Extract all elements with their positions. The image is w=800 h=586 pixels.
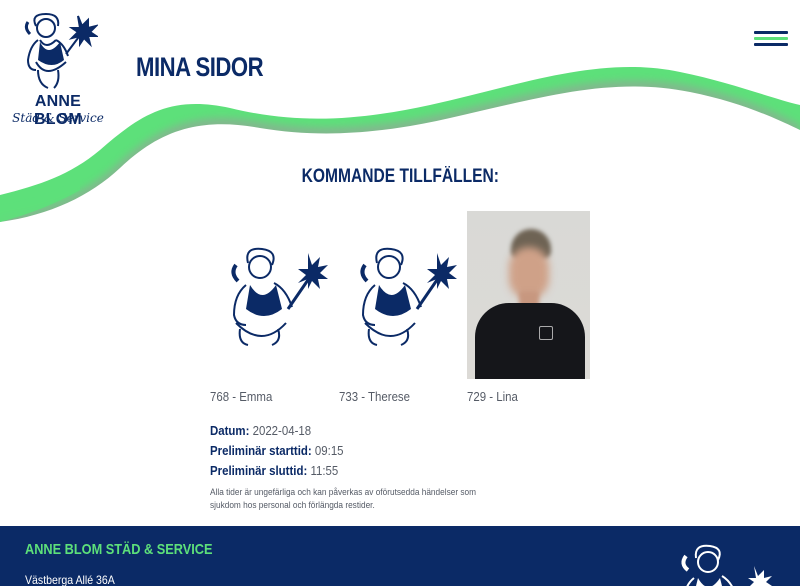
staff-card: 768 - Emma bbox=[210, 211, 334, 404]
booking-details: Datum: 2022-04-18 Preliminär starttid: 0… bbox=[210, 421, 362, 481]
brand-logo[interactable]: ANNE BLOM Städ & Service bbox=[10, 10, 106, 128]
footer-maid-illustration-icon bbox=[681, 544, 772, 586]
date-row: Datum: 2022-04-18 bbox=[210, 421, 344, 441]
menu-line-middle bbox=[754, 37, 788, 40]
staff-avatar-illustration bbox=[210, 211, 334, 379]
footer-address: Västberga Allé 36A bbox=[25, 573, 115, 586]
hamburger-menu-icon[interactable] bbox=[754, 30, 788, 48]
staff-label: 733 - Therese bbox=[339, 389, 411, 404]
staff-cards: 768 - Emma 733 - Therese 729 - Lina bbox=[210, 211, 610, 411]
staff-label: 768 - Emma bbox=[210, 389, 273, 404]
photo-shirt bbox=[475, 303, 585, 379]
start-time-label: Preliminär starttid: bbox=[210, 443, 312, 458]
disclaimer-note: Alla tider är ungefärliga och kan påverk… bbox=[210, 487, 477, 510]
staff-avatar-illustration bbox=[339, 211, 463, 379]
brand-tagline: Städ & Service bbox=[12, 111, 104, 125]
page-title: MINA SIDOR bbox=[136, 52, 264, 82]
footer-company-name: ANNE BLOM STÄD & SERVICE bbox=[25, 541, 213, 558]
date-value: 2022-04-18 bbox=[252, 423, 312, 438]
end-time-label: Preliminär sluttid: bbox=[210, 463, 308, 478]
start-time-value: 09:15 bbox=[314, 443, 344, 458]
end-time-row: Preliminär sluttid: 11:55 bbox=[210, 461, 344, 481]
shirt-logo-icon bbox=[539, 326, 553, 340]
menu-line-bottom bbox=[754, 43, 788, 46]
staff-photo bbox=[467, 211, 590, 379]
maid-illustration-icon bbox=[231, 247, 328, 346]
date-label: Datum: bbox=[210, 423, 250, 438]
maid-illustration-icon bbox=[360, 247, 457, 346]
start-time-row: Preliminär starttid: 09:15 bbox=[210, 441, 344, 461]
staff-label: 729 - Lina bbox=[467, 389, 518, 404]
staff-card: 729 - Lina bbox=[467, 211, 591, 404]
maid-illustration-icon bbox=[24, 12, 98, 89]
section-title-text: KOMMANDE TILLFÄLLEN: bbox=[301, 166, 499, 187]
section-title: KOMMANDE TILLFÄLLEN: bbox=[0, 166, 800, 188]
menu-line-top bbox=[754, 31, 788, 34]
end-time-value: 11:55 bbox=[310, 463, 339, 478]
staff-card: 733 - Therese bbox=[339, 211, 463, 404]
footer: ANNE BLOM STÄD & SERVICE Västberga Allé … bbox=[0, 526, 800, 586]
